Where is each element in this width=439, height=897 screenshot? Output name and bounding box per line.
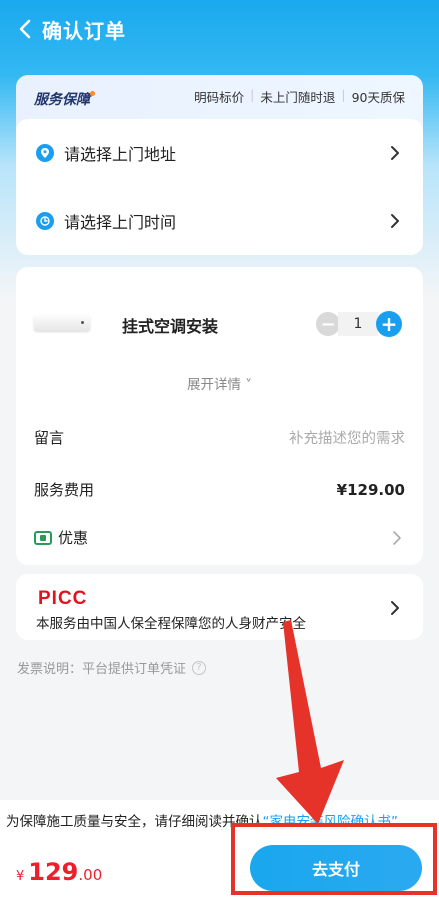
back-arrow-icon[interactable] <box>14 18 36 40</box>
select-time-row[interactable]: 请选择上门时间 <box>16 187 423 255</box>
address-time-card: 请选择上门地址 请选择上门时间 <box>16 119 423 255</box>
clock-icon <box>36 212 54 230</box>
increase-quantity-button[interactable]: + <box>376 311 402 337</box>
location-pin-icon <box>36 144 54 162</box>
chevron-right-icon <box>391 214 399 228</box>
insurance-text: 本服务由中国人保全程保障您的人身财产安全 <box>36 616 306 632</box>
pay-button-highlight-box <box>231 823 437 895</box>
page-title: 确认订单 <box>42 18 126 43</box>
service-fee-value: ¥129.00 <box>336 480 405 499</box>
invoice-note: 发票说明：平台提供订单凭证 ? <box>17 658 207 677</box>
chevron-right-icon <box>391 146 399 160</box>
total-integer: 129 <box>28 858 79 886</box>
total-price: ¥ 129 .00 <box>16 858 102 886</box>
coupon-row[interactable]: 优惠 <box>34 527 405 548</box>
chevron-right-icon <box>391 601 399 615</box>
guarantee-tags: 明码标价 | 未上门随时退 | 90天质保 <box>194 87 405 106</box>
picc-logo: PICC <box>38 588 88 609</box>
expand-details-link[interactable]: 展开详情 ˅ <box>16 373 423 393</box>
service-fee-label: 服务费用 <box>34 481 95 499</box>
total-currency: ¥ <box>16 869 25 884</box>
coupon-label: 优惠 <box>58 529 89 547</box>
decrease-quantity-button[interactable]: − <box>316 312 340 336</box>
air-conditioner-image <box>34 315 90 331</box>
insurance-card[interactable]: PICC 本服务由中国人保全程保障您的人身财产安全 <box>16 574 423 640</box>
guarantee-title: 服务保障 <box>34 92 90 108</box>
help-icon[interactable]: ? <box>192 660 207 675</box>
top-bar: 确认订单 <box>0 0 439 58</box>
service-fee-row: 服务费用 ¥129.00 <box>34 479 405 500</box>
service-card: 挂式空调安装 − 1 + 展开详情 ˅ 留言 补充描述您的需求 服务费用 ¥12… <box>16 267 423 565</box>
select-address-row[interactable]: 请选择上门地址 <box>16 119 423 187</box>
message-input[interactable]: 补充描述您的需求 <box>289 427 405 448</box>
risk-notice-text: 为保障施工质量与安全，请仔细阅读并确认 <box>6 814 263 830</box>
coupon-icon <box>34 530 52 545</box>
guarantee-tag: 明码标价 <box>194 90 245 105</box>
invoice-text: 发票说明：平台提供订单凭证 <box>17 662 187 677</box>
select-address-label: 请选择上门地址 <box>64 145 177 164</box>
total-decimal: .00 <box>78 866 103 884</box>
quantity-stepper: − 1 + <box>316 311 404 337</box>
message-row[interactable]: 留言 补充描述您的需求 <box>34 427 405 448</box>
tag-divider: | <box>341 87 346 102</box>
guarantee-dot-icon <box>90 91 95 96</box>
tag-divider: | <box>250 87 255 102</box>
chevron-right-icon <box>393 530 401 545</box>
coupon-label-group: 优惠 <box>34 527 88 548</box>
message-label: 留言 <box>34 429 65 447</box>
service-name: 挂式空调安装 <box>122 317 219 336</box>
guarantee-tag: 90天质保 <box>351 90 405 105</box>
quantity-value[interactable]: 1 <box>338 312 378 336</box>
select-time-label: 请选择上门时间 <box>64 213 177 232</box>
guarantee-tag: 未上门随时退 <box>260 90 336 105</box>
